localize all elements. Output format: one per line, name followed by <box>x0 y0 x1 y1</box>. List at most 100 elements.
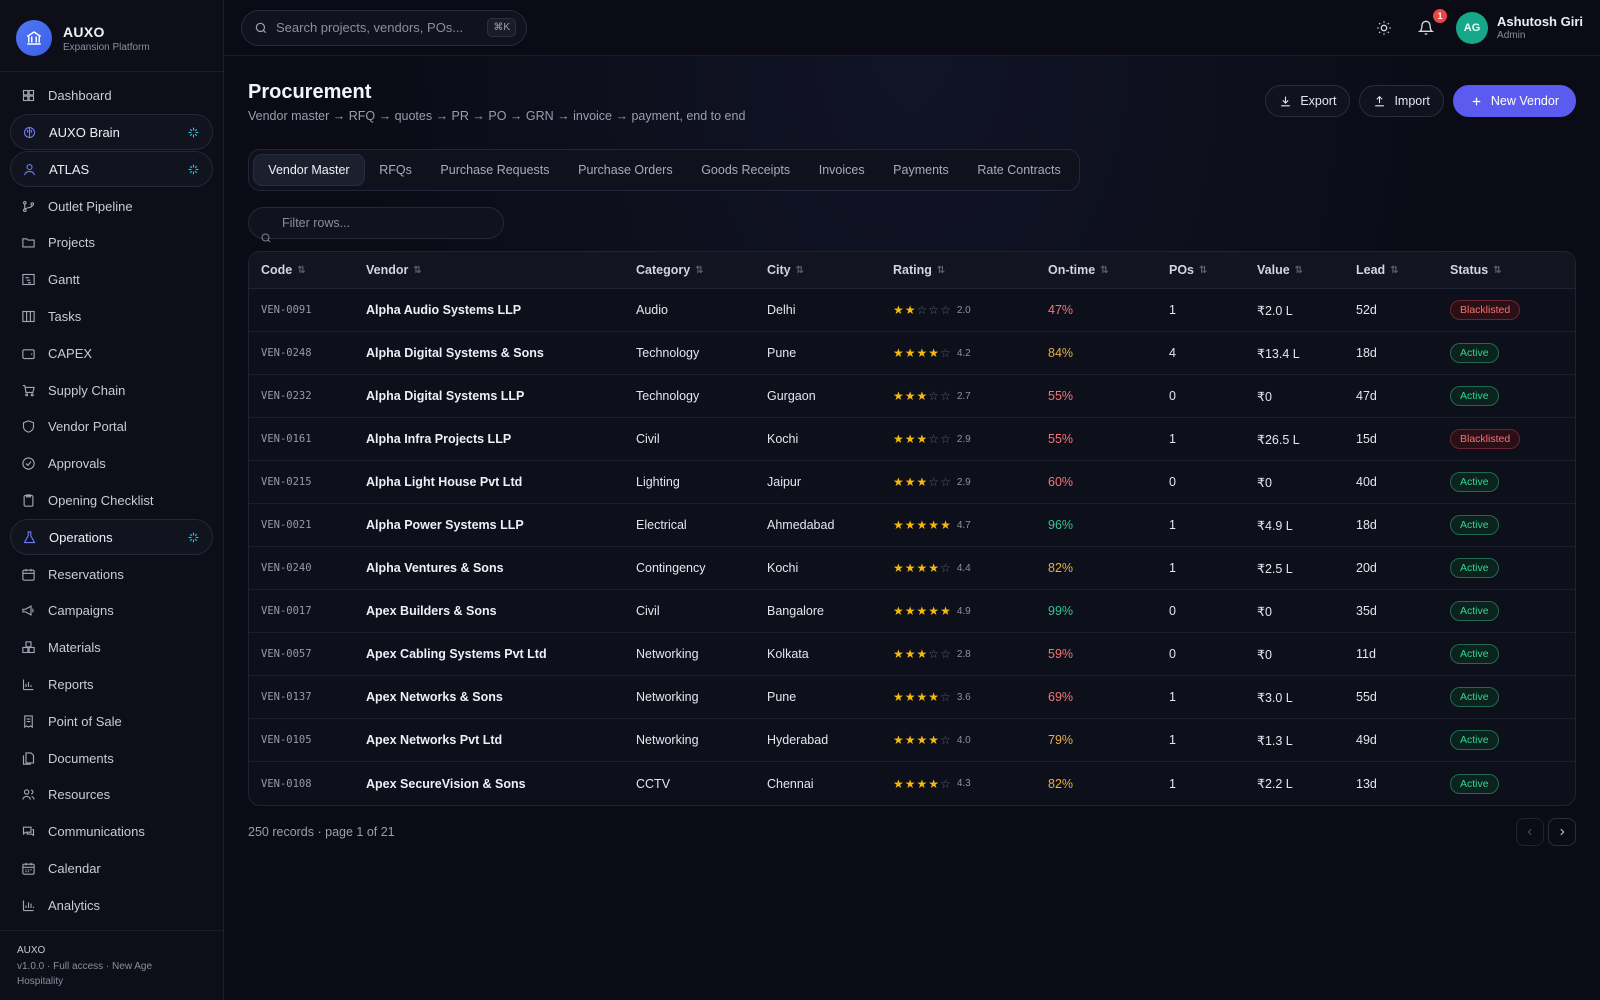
column-header-rating[interactable]: Rating ⇅ <box>881 263 1036 277</box>
sidebar-item-capex[interactable]: CAPEX <box>10 335 213 371</box>
column-header-pos[interactable]: POs ⇅ <box>1157 263 1245 277</box>
vendor-city: Gurgaon <box>767 389 816 403</box>
column-header-code[interactable]: Code ⇅ <box>249 263 354 277</box>
sidebar-item-supply-chain[interactable]: Supply Chain <box>10 372 213 408</box>
sidebar-item-label: Gantt <box>48 272 80 288</box>
sidebar-item-analytics[interactable]: Analytics <box>10 887 213 923</box>
sidebar-item-projects[interactable]: Projects <box>10 225 213 261</box>
star-filled-icon: ★ <box>904 346 916 360</box>
table-row[interactable]: VEN-0137 Apex Networks & Sons Networking Pu… <box>249 676 1575 719</box>
brand[interactable]: AUXO Expansion Platform <box>0 0 223 72</box>
tab-payments[interactable]: Payments <box>879 154 963 186</box>
sidebar-item-label: Supply Chain <box>48 382 126 398</box>
search-input[interactable]: Search projects, vendors, POs... ⌘K <box>241 9 527 46</box>
table-row[interactable]: VEN-0105 Apex Networks Pvt Ltd Networking H… <box>249 719 1575 762</box>
column-header-category[interactable]: Category ⇅ <box>624 263 755 277</box>
table-row[interactable]: VEN-0057 Apex Cabling Systems Pvt Ltd Netw… <box>249 633 1575 676</box>
lead-time: 20d <box>1356 561 1377 575</box>
rating-value: 4.2 <box>956 347 971 359</box>
tab-rate-contracts[interactable]: Rate Contracts <box>963 154 1075 186</box>
sidebar-item-documents[interactable]: Documents <box>10 740 213 776</box>
filter-input[interactable]: Filter rows... <box>248 207 504 239</box>
tab-rfqs[interactable]: RFQs <box>365 154 426 186</box>
table-row[interactable]: VEN-0108 Apex SecureVision & Sons CCTV Chen… <box>249 762 1575 805</box>
import-button[interactable]: Import <box>1359 85 1444 117</box>
sidebar-item-gantt[interactable]: Gantt <box>10 262 213 298</box>
star-empty-icon: ☆ <box>940 561 951 575</box>
vendor-name[interactable]: Alpha Digital Systems & Sons <box>366 346 544 360</box>
sidebar-item-outlet-pipeline[interactable]: Outlet Pipeline <box>10 188 213 224</box>
sparkle-icon <box>187 163 200 179</box>
table-row[interactable]: VEN-0215 Alpha Light House Pvt Ltd Lightin… <box>249 461 1575 504</box>
wallet-icon <box>20 345 36 361</box>
sidebar-item-label: Dashboard <box>48 88 112 104</box>
vendor-name[interactable]: Alpha Infra Projects LLP <box>366 432 511 446</box>
vendor-name[interactable]: Alpha Audio Systems LLP <box>366 303 521 317</box>
sidebar-item-materials[interactable]: Materials <box>10 630 213 666</box>
tab-invoices[interactable]: Invoices <box>804 154 878 186</box>
sidebar-item-operations[interactable]: Operations <box>10 519 213 556</box>
new-vendor-button[interactable]: New Vendor <box>1452 85 1576 117</box>
sidebar-item-approvals[interactable]: Approvals <box>10 446 213 482</box>
export-button[interactable]: Export <box>1265 85 1351 117</box>
vendor-category: Technology <box>636 346 700 360</box>
tab-vendor-master[interactable]: Vendor Master <box>253 154 365 186</box>
star-filled-icon: ★ <box>904 647 916 661</box>
column-header-on-time[interactable]: On-time ⇅ <box>1036 263 1157 277</box>
vendor-name[interactable]: Apex Networks & Sons <box>366 690 503 704</box>
prev-page-button[interactable] <box>1516 818 1544 846</box>
vendor-name[interactable]: Alpha Ventures & Sons <box>366 561 504 575</box>
topbar: Search projects, vendors, POs... ⌘K 1 AG… <box>224 0 1600 56</box>
tab-purchase-requests[interactable]: Purchase Requests <box>426 154 564 186</box>
avatar[interactable]: AG <box>1456 11 1489 44</box>
vendor-name[interactable]: Alpha Power Systems LLP <box>366 518 524 532</box>
column-header-status[interactable]: Status ⇅ <box>1438 263 1575 277</box>
tab-goods-receipts[interactable]: Goods Receipts <box>687 154 805 186</box>
vendor-name[interactable]: Apex Networks Pvt Ltd <box>366 733 502 747</box>
tab-purchase-orders[interactable]: Purchase Orders <box>564 154 687 186</box>
table-row[interactable]: VEN-0232 Alpha Digital Systems LLP Technol… <box>249 375 1575 418</box>
table-row[interactable]: VEN-0091 Alpha Audio Systems LLP Audio Delh… <box>249 289 1575 332</box>
sidebar-item-calendar[interactable]: Calendar <box>10 850 213 886</box>
star-filled-icon: ★ <box>904 475 916 489</box>
column-header-city[interactable]: City ⇅ <box>755 263 881 277</box>
sidebar-item-tasks[interactable]: Tasks <box>10 298 213 334</box>
theme-toggle-sun-icon[interactable] <box>1372 16 1396 40</box>
user-menu[interactable]: Ashutosh Giri Admin <box>1497 14 1583 41</box>
sidebar-item-opening-checklist[interactable]: Opening Checklist <box>10 482 213 518</box>
status-badge: Active <box>1450 601 1499 621</box>
vendor-name[interactable]: Apex Builders & Sons <box>366 604 497 618</box>
table-row[interactable]: VEN-0017 Apex Builders & Sons Civil Bangalo… <box>249 590 1575 633</box>
sidebar-item-vendor-portal[interactable]: Vendor Portal <box>10 409 213 445</box>
users-icon <box>20 787 36 803</box>
vendor-name[interactable]: Alpha Light House Pvt Ltd <box>366 475 522 489</box>
sidebar-item-reservations[interactable]: Reservations <box>10 556 213 592</box>
sidebar-item-label: Vendor Portal <box>48 419 127 435</box>
po-value: ₹0 <box>1257 604 1272 619</box>
vendor-name[interactable]: Alpha Digital Systems LLP <box>366 389 524 403</box>
sparkle-icon <box>187 126 200 142</box>
sidebar-item-communications[interactable]: Communications <box>10 814 213 850</box>
vendor-name[interactable]: Apex SecureVision & Sons <box>366 777 526 791</box>
lead-time: 18d <box>1356 518 1377 532</box>
next-page-button[interactable] <box>1548 818 1576 846</box>
shortcut-badge: ⌘K <box>487 18 516 37</box>
column-header-value[interactable]: Value ⇅ <box>1245 263 1344 277</box>
po-value: ₹0 <box>1257 475 1272 490</box>
column-header-vendor[interactable]: Vendor ⇅ <box>354 263 624 277</box>
vendor-name[interactable]: Apex Cabling Systems Pvt Ltd <box>366 647 547 661</box>
table-row[interactable]: VEN-0240 Alpha Ventures & Sons Contingency… <box>249 547 1575 590</box>
sidebar-item-reports[interactable]: Reports <box>10 666 213 702</box>
notifications-bell-icon[interactable]: 1 <box>1414 8 1448 40</box>
table-row[interactable]: VEN-0161 Alpha Infra Projects LLP Civil Koc… <box>249 418 1575 461</box>
table-row[interactable]: VEN-0248 Alpha Digital Systems & Sons Tech… <box>249 332 1575 375</box>
check-circle-icon <box>20 456 36 472</box>
sidebar-item-auxo-brain[interactable]: AUXO Brain <box>10 114 213 151</box>
sidebar-item-atlas[interactable]: ATLAS <box>10 151 213 188</box>
sidebar-item-dashboard[interactable]: Dashboard <box>10 78 213 114</box>
column-header-lead[interactable]: Lead ⇅ <box>1344 263 1438 277</box>
table-row[interactable]: VEN-0021 Alpha Power Systems LLP Electrica… <box>249 504 1575 547</box>
sidebar-item-point-of-sale[interactable]: Point of Sale <box>10 703 213 739</box>
sidebar-item-campaigns[interactable]: Campaigns <box>10 593 213 629</box>
sidebar-item-resources[interactable]: Resources <box>10 777 213 813</box>
